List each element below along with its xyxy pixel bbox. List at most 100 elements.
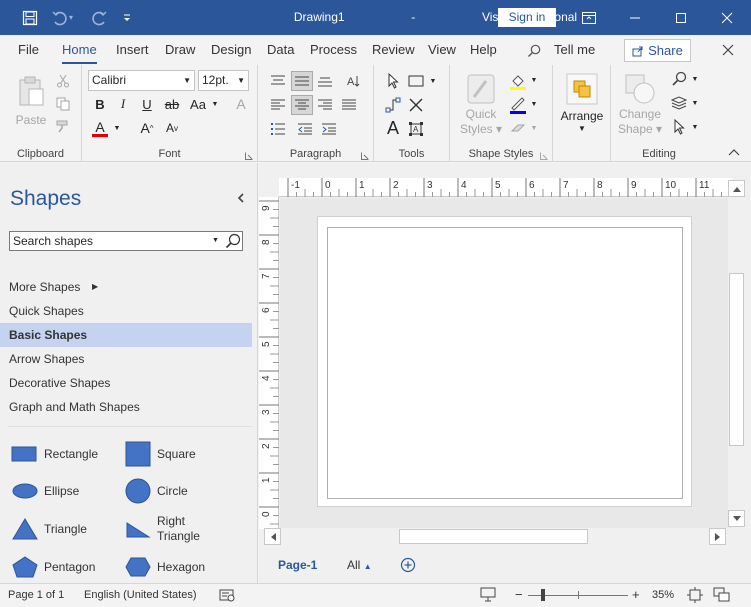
effects-icon[interactable] <box>507 117 529 139</box>
shrink-font-button[interactable]: Av <box>162 119 182 137</box>
shape-hexagon[interactable]: Hexagon <box>123 552 205 582</box>
arrange-button[interactable]: Arrange ▼ <box>559 69 605 137</box>
ribbon-display-options-icon[interactable] <box>566 0 612 35</box>
align-middle-icon[interactable] <box>291 71 313 91</box>
shape-circle[interactable]: Circle <box>123 476 188 506</box>
font-family-select[interactable]: Calibri ▼ <box>88 70 195 91</box>
align-right-icon[interactable] <box>315 95 335 115</box>
shape-triangle[interactable]: Triangle <box>10 514 87 544</box>
scroll-left-icon[interactable] <box>264 528 281 545</box>
zoom-out-button[interactable]: − <box>515 587 523 602</box>
scroll-up-icon[interactable] <box>728 180 745 197</box>
tab-file[interactable]: File <box>18 42 39 57</box>
zoom-in-button[interactable]: + <box>632 587 640 602</box>
scroll-right-icon[interactable] <box>709 528 726 545</box>
redo-icon[interactable] <box>84 0 114 35</box>
tab-view[interactable]: View <box>428 42 456 57</box>
tab-draw[interactable]: Draw <box>165 42 195 57</box>
customize-qat-icon[interactable] <box>112 0 142 35</box>
stencil-basic-shapes[interactable]: Basic Shapes <box>0 323 252 347</box>
tab-process[interactable]: Process <box>310 42 357 57</box>
minimize-icon[interactable] <box>612 0 658 35</box>
find-icon[interactable] <box>668 69 690 89</box>
text-tool-button[interactable]: A <box>383 117 403 139</box>
shape-ellipse[interactable]: Ellipse <box>10 476 79 506</box>
tab-help[interactable]: Help <box>470 42 497 57</box>
search-shapes-input[interactable]: Search shapes ▼ <box>9 231 243 251</box>
presentation-mode-icon[interactable] <box>480 587 496 606</box>
shape-square[interactable]: Square <box>123 439 196 469</box>
chevron-down-icon[interactable]: ▼ <box>212 232 219 250</box>
tab-design[interactable]: Design <box>211 42 251 57</box>
collapse-ribbon-icon[interactable] <box>726 145 742 159</box>
chevron-down-icon[interactable]: ▼ <box>112 119 122 137</box>
rectangle-tool-icon[interactable] <box>406 71 426 91</box>
chevron-down-icon[interactable]: ▼ <box>428 73 438 89</box>
page-number-status[interactable]: Page 1 of 1 <box>8 589 64 601</box>
bold-button[interactable]: B <box>91 95 109 113</box>
add-page-icon[interactable] <box>400 557 416 576</box>
language-status[interactable]: English (United States) <box>84 589 197 601</box>
decrease-indent-icon[interactable] <box>295 119 315 139</box>
close-window-icon[interactable] <box>704 0 750 35</box>
tell-me-input[interactable]: Tell me <box>554 42 595 57</box>
align-top-icon[interactable] <box>268 71 288 91</box>
undo-dropdown-icon[interactable]: ▾ <box>63 0 79 35</box>
page-tab-page-1[interactable]: Page-1 <box>278 558 317 572</box>
maximize-icon[interactable] <box>658 0 704 35</box>
paragraph-dialog-launcher-icon[interactable] <box>361 149 369 160</box>
stencil-more-shapes[interactable]: More Shapes ▶ <box>0 275 252 299</box>
font-color-button[interactable]: A <box>90 117 110 139</box>
format-painter-icon[interactable] <box>55 119 71 135</box>
select-icon[interactable] <box>668 117 690 137</box>
shape-right-triangle[interactable]: Right Triangle <box>123 514 200 544</box>
stencil-graph-math-shapes[interactable]: Graph and Math Shapes <box>0 395 252 419</box>
chevron-down-icon[interactable]: ▼ <box>529 120 539 136</box>
switch-windows-icon[interactable] <box>713 587 731 606</box>
chevron-down-icon[interactable]: ▼ <box>690 71 700 87</box>
tab-data[interactable]: Data <box>267 42 294 57</box>
vertical-ruler[interactable]: 9 8 7 6 5 4 3 2 1 0 <box>259 197 279 533</box>
stencil-quick-shapes[interactable]: Quick Shapes <box>0 299 252 323</box>
cut-icon[interactable] <box>55 73 71 89</box>
macro-record-icon[interactable] <box>219 588 235 605</box>
shape-pentagon[interactable]: Pentagon <box>10 552 95 582</box>
connector-tool-icon[interactable] <box>383 95 403 115</box>
font-dialog-launcher-icon[interactable] <box>245 149 253 160</box>
fit-page-icon[interactable] <box>687 587 703 606</box>
shape-rectangle[interactable]: Rectangle <box>10 439 98 469</box>
chevron-down-icon[interactable]: ▼ <box>690 119 700 135</box>
text-direction-icon[interactable]: A <box>344 71 364 91</box>
tab-home[interactable]: Home <box>62 42 97 64</box>
zoom-slider-thumb[interactable] <box>541 589 545 601</box>
align-bottom-icon[interactable] <box>315 71 335 91</box>
all-pages-button[interactable]: All ▲ <box>347 558 372 572</box>
paste-button[interactable]: Paste <box>12 71 50 131</box>
change-shape-button[interactable]: Change Shape ▾ <box>617 71 663 139</box>
horizontal-scrollbar[interactable] <box>264 528 726 545</box>
connection-point-icon[interactable] <box>406 95 426 115</box>
lightbulb-search-icon[interactable] <box>527 44 541 61</box>
layers-icon[interactable] <box>668 93 690 113</box>
line-icon[interactable] <box>507 94 529 116</box>
chevron-down-icon[interactable]: ▼ <box>210 95 220 113</box>
align-center-icon[interactable] <box>291 95 313 115</box>
justify-icon[interactable] <box>339 95 359 115</box>
underline-button[interactable]: U <box>138 95 156 113</box>
clear-formatting-icon[interactable]: A <box>232 95 250 113</box>
scroll-down-icon[interactable] <box>728 510 745 527</box>
font-size-select[interactable]: 12pt. ▼ <box>198 70 249 91</box>
stencil-decorative-shapes[interactable]: Decorative Shapes <box>0 371 252 395</box>
change-case-button[interactable]: Aa <box>186 95 210 113</box>
align-left-icon[interactable] <box>268 95 288 115</box>
grow-font-button[interactable]: A ^ <box>137 119 157 137</box>
stencil-arrow-shapes[interactable]: Arrow Shapes <box>0 347 252 371</box>
close-icon[interactable] <box>718 40 738 60</box>
zoom-level[interactable]: 35% <box>652 589 674 601</box>
vertical-scroll-thumb[interactable] <box>729 273 744 446</box>
bullets-icon[interactable] <box>268 119 288 139</box>
save-icon[interactable] <box>15 0 45 35</box>
tab-review[interactable]: Review <box>372 42 415 57</box>
strikethrough-button[interactable]: ab <box>162 95 182 113</box>
chevron-down-icon[interactable]: ▼ <box>529 96 539 112</box>
